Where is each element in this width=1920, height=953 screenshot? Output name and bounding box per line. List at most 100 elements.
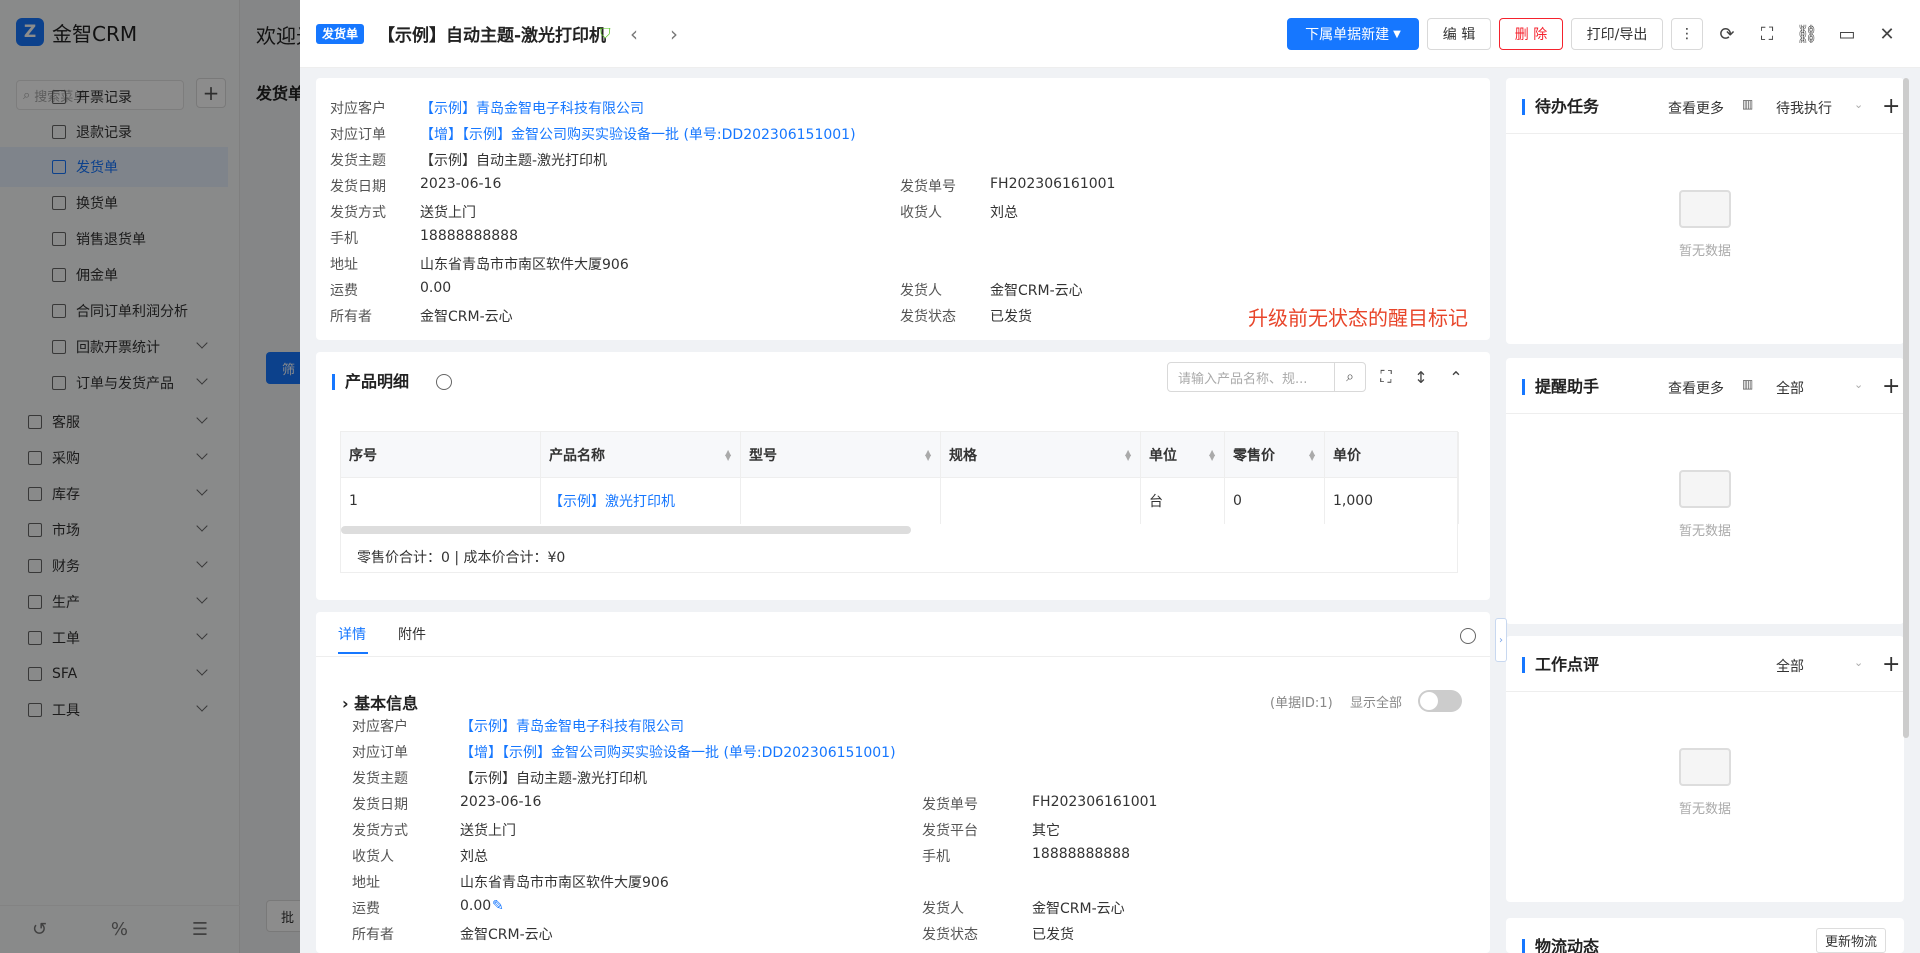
summary-value: 金智CRM-云心 <box>990 283 1083 299</box>
table-cell <box>941 478 1141 524</box>
summary-label: 发货人 <box>900 283 942 299</box>
basic-label: 所有者 <box>352 927 394 943</box>
filter-select[interactable]: 待我执行 <box>1776 98 1832 118</box>
empty-state-text: 暂无数据 <box>1678 524 1731 539</box>
filter-select[interactable]: 全部 <box>1776 378 1804 398</box>
basic-label: 发货平台 <box>922 823 978 839</box>
tab-attachment[interactable]: 附件 <box>398 624 426 644</box>
basic-value: FH202306161001 <box>1032 794 1158 810</box>
basic-value: 2023-06-16 <box>460 794 542 810</box>
product-search-input[interactable]: 请输入产品名称、规... <box>1167 362 1335 392</box>
basic-label: 运费 <box>352 901 380 917</box>
add-icon[interactable]: + <box>1882 652 1900 677</box>
empty-state-text: 暂无数据 <box>1678 802 1731 817</box>
collapse-side-panel[interactable]: › <box>1495 618 1507 662</box>
basic-value[interactable]: 【示例】青岛金智电子科技有限公司 <box>460 716 684 736</box>
drawer-v-scrollbar[interactable] <box>1903 78 1909 738</box>
column-header[interactable]: 规格 <box>941 432 1141 478</box>
summary-label: 对应订单 <box>330 127 386 143</box>
settings-icon[interactable] <box>436 374 452 390</box>
show-all-label: 显示全部 <box>1350 696 1403 711</box>
new-sub-doc-button[interactable]: 下属单据新建 ▼ <box>1287 18 1419 50</box>
summary-label: 发货日期 <box>330 179 386 195</box>
basic-value: 金智CRM-云心 <box>1032 901 1125 917</box>
detail-settings-icon[interactable] <box>1460 628 1476 644</box>
basic-label: 发货日期 <box>352 797 408 813</box>
side-card: 物流动态 更新物流 <box>1506 918 1904 953</box>
prev-record-icon[interactable]: ‹ <box>622 22 646 46</box>
summary-label: 收货人 <box>900 205 942 221</box>
summary-value: 已发货 <box>990 309 1032 325</box>
search-icon[interactable]: ⌕ <box>1334 362 1366 392</box>
basic-value: 山东省青岛市市南区软件大厦906 <box>460 875 669 891</box>
chevron-down-icon[interactable]: ⌄ <box>1854 98 1863 111</box>
basic-info-toggle[interactable]: › 基本信息 <box>342 690 418 714</box>
summary-value[interactable]: 【示例】青岛金智电子科技有限公司 <box>420 98 644 118</box>
basic-value: 【示例】自动主题-激光打印机 <box>460 771 648 787</box>
basic-value: 金智CRM-云心 <box>460 927 553 943</box>
edit-button[interactable]: 编 辑 <box>1427 18 1491 50</box>
product-totals: 零售价合计：0 | 成本价合计：¥0 <box>357 550 566 566</box>
see-more-link[interactable]: 查看更多 <box>1668 98 1724 118</box>
status-note: 升级前无状态的醒目标记 <box>1248 306 1468 330</box>
add-icon[interactable]: + <box>1882 374 1900 399</box>
table-cell: 1 <box>341 478 541 524</box>
empty-inbox-icon <box>1679 470 1731 508</box>
resize-vertical-icon[interactable]: ↕ <box>1411 367 1431 387</box>
table-cell <box>741 478 941 524</box>
summary-value: 18888888888 <box>420 228 518 244</box>
show-all-toggle[interactable] <box>1418 690 1462 712</box>
edit-pencil-icon[interactable]: ✎ <box>492 898 504 914</box>
chevron-down-icon[interactable]: ⌄ <box>1854 656 1863 669</box>
tab-detail[interactable]: 详情 <box>338 624 366 644</box>
link-icon[interactable]: ⛓ <box>1795 22 1819 46</box>
summary-label: 对应客户 <box>330 101 386 117</box>
see-more-link[interactable]: 查看更多 <box>1668 378 1724 398</box>
chevron-right-icon: › <box>342 694 349 713</box>
side-card-header: 提醒助手 查看更多 ▥ 全部 ⌄ + <box>1506 358 1904 414</box>
side-card: 提醒助手 查看更多 ▥ 全部 ⌄ + 暂无数据 <box>1506 358 1904 624</box>
refresh-icon[interactable]: ⟳ <box>1715 22 1739 46</box>
fullscreen-icon[interactable]: ⛶ <box>1755 22 1779 46</box>
filter-select[interactable]: 全部 <box>1776 656 1804 676</box>
column-header[interactable]: 型号 <box>741 432 941 478</box>
basic-label: 手机 <box>922 849 950 865</box>
tag-icon: ⛉ <box>600 26 611 42</box>
more-menu-button[interactable]: ⋮ <box>1671 18 1703 50</box>
empty-inbox-icon <box>1679 190 1731 228</box>
table-cell: 1,000 <box>1325 478 1459 524</box>
book-icon[interactable]: ▥ <box>1742 377 1753 391</box>
expand-icon[interactable]: ⛶ <box>1376 367 1396 387</box>
basic-value[interactable]: 【增】【示例】金智公司购买实验设备一批 (单号:DD202306151001) <box>460 742 896 762</box>
table-h-scrollbar[interactable] <box>341 526 911 534</box>
side-card-header: 工作点评 全部 ⌄ + <box>1506 636 1904 692</box>
summary-label: 发货主题 <box>330 153 386 169</box>
side-card: 工作点评 全部 ⌄ + 暂无数据 <box>1506 636 1904 902</box>
layout-icon[interactable]: ▭ <box>1835 22 1859 46</box>
empty-state-text: 暂无数据 <box>1678 244 1731 259</box>
column-header[interactable]: 序号 <box>341 432 541 478</box>
summary-label: 发货状态 <box>900 309 956 325</box>
summary-label: 手机 <box>330 231 358 247</box>
book-icon[interactable]: ▥ <box>1742 97 1753 111</box>
summary-value: 【示例】自动主题-激光打印机 <box>420 153 608 169</box>
add-icon[interactable]: + <box>1882 94 1900 119</box>
column-header[interactable]: 产品名称 <box>541 432 741 478</box>
column-header[interactable]: 单价 <box>1325 432 1459 478</box>
summary-value[interactable]: 【增】【示例】金智公司购买实验设备一批 (单号:DD202306151001) <box>420 124 856 144</box>
table-cell: 台 <box>1141 478 1225 524</box>
product-table: 序号 产品名称 ▲ ▼ 型号 ▲ ▼ 规格 ▲ ▼ 单位 ▲ ▼ 零售价 ▲ ▼ 单价 1 【示例】激光打印机 台 0… <box>340 431 1459 573</box>
summary-label: 运费 <box>330 283 358 299</box>
collapse-up-icon[interactable]: ⌃ <box>1446 367 1466 387</box>
side-card: 待办任务 查看更多 ▥ 待我执行 ⌄ + 暂无数据 <box>1506 78 1904 344</box>
summary-value: 送货上门 <box>420 205 476 221</box>
delete-button[interactable]: 删 除 <box>1499 18 1563 50</box>
print-export-button[interactable]: 打印/导出 <box>1571 18 1663 50</box>
table-cell[interactable]: 【示例】激光打印机 <box>541 478 741 524</box>
chevron-down-icon[interactable]: ⌄ <box>1854 378 1863 391</box>
summary-value: 刘总 <box>990 205 1018 221</box>
close-icon[interactable]: ✕ <box>1875 22 1899 46</box>
summary-label: 所有者 <box>330 309 372 325</box>
logistics-update-button[interactable]: 更新物流 <box>1816 928 1887 953</box>
next-record-icon[interactable]: › <box>662 22 686 46</box>
